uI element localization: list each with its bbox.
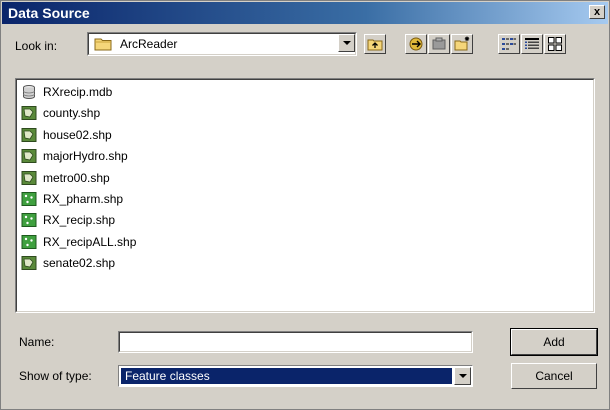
file-name: senate02.shp [43, 256, 116, 271]
list-item[interactable]: RX_pharm.shp [21, 190, 589, 211]
show-of-type-label: Show of type: [19, 369, 92, 383]
file-name: RX_recip.shp [43, 213, 116, 228]
close-button[interactable]: x [589, 5, 605, 19]
name-input-border [119, 332, 472, 352]
file-list[interactable]: RXrecip.mdb county.shp house02.shp majorHyd… [15, 78, 595, 313]
list-item[interactable]: county.shp [21, 104, 589, 125]
polygon-shapefile-icon [21, 256, 37, 271]
up-one-level-button[interactable] [364, 34, 386, 54]
file-name: RX_recipALL.shp [43, 234, 137, 249]
file-name: county.shp [43, 106, 101, 121]
list-view-icon [502, 38, 516, 50]
thumbnails-view-button[interactable] [544, 34, 566, 54]
file-name: RXrecip.mdb [43, 85, 113, 99]
list-item[interactable]: majorHydro.shp [21, 147, 589, 168]
look-in-value: ArcReader [120, 37, 178, 51]
connect-folder-icon [409, 37, 423, 51]
details-view-icon [525, 38, 539, 49]
file-name: majorHydro.shp [43, 149, 128, 164]
new-folder-icon [454, 36, 470, 51]
new-folder-button[interactable] [451, 34, 473, 54]
file-list-content: RXrecip.mdb county.shp house02.shp majorHyd… [16, 79, 594, 312]
list-item[interactable]: RX_recip.shp [21, 211, 589, 232]
title-bar[interactable]: Data Source x [2, 2, 608, 24]
show-of-type-dropdown-button[interactable] [454, 367, 471, 385]
list-view-button[interactable] [498, 34, 520, 54]
cancel-button[interactable]: Cancel [511, 363, 597, 389]
point-shapefile-icon [21, 191, 37, 206]
up-folder-icon [367, 39, 383, 51]
show-of-type-value: Feature classes [121, 368, 452, 384]
show-of-type-dropdown[interactable]: Feature classes [118, 365, 473, 387]
dialog-title: Data Source [8, 5, 90, 21]
name-label: Name: [19, 335, 55, 349]
connect-to-folder-button[interactable] [405, 34, 427, 54]
list-item[interactable]: metro00.shp [21, 169, 589, 190]
close-icon: x [593, 6, 601, 18]
disconnect-folder-icon [432, 37, 446, 50]
details-view-button[interactable] [521, 34, 543, 54]
list-item[interactable]: senate02.shp [21, 254, 589, 275]
data-source-dialog: Data Source x Look in: ArcReader RXrecip… [0, 0, 610, 410]
add-button[interactable]: Add [510, 328, 598, 356]
list-item[interactable]: RXrecip.mdb [21, 83, 589, 104]
name-input[interactable] [118, 331, 473, 353]
file-name: metro00.shp [43, 170, 110, 185]
polygon-shapefile-icon [21, 127, 37, 142]
disconnect-folder-button[interactable] [428, 34, 450, 54]
file-name: RX_pharm.shp [43, 191, 124, 206]
point-shapefile-icon [21, 213, 37, 228]
list-item[interactable]: RX_recipALL.shp [21, 233, 589, 254]
point-shapefile-icon [21, 234, 37, 249]
list-item[interactable]: house02.shp [21, 126, 589, 147]
polygon-shapefile-icon [21, 106, 37, 121]
folder-icon [94, 38, 112, 51]
thumbnails-view-icon [548, 37, 562, 51]
look-in-label: Look in: [15, 39, 58, 53]
polygon-shapefile-icon [21, 149, 37, 164]
look-in-dropdown-button[interactable] [338, 34, 355, 52]
database-icon [23, 85, 35, 99]
polygon-shapefile-icon [21, 170, 37, 185]
file-name: house02.shp [43, 127, 112, 142]
look-in-dropdown[interactable]: ArcReader [87, 32, 357, 56]
